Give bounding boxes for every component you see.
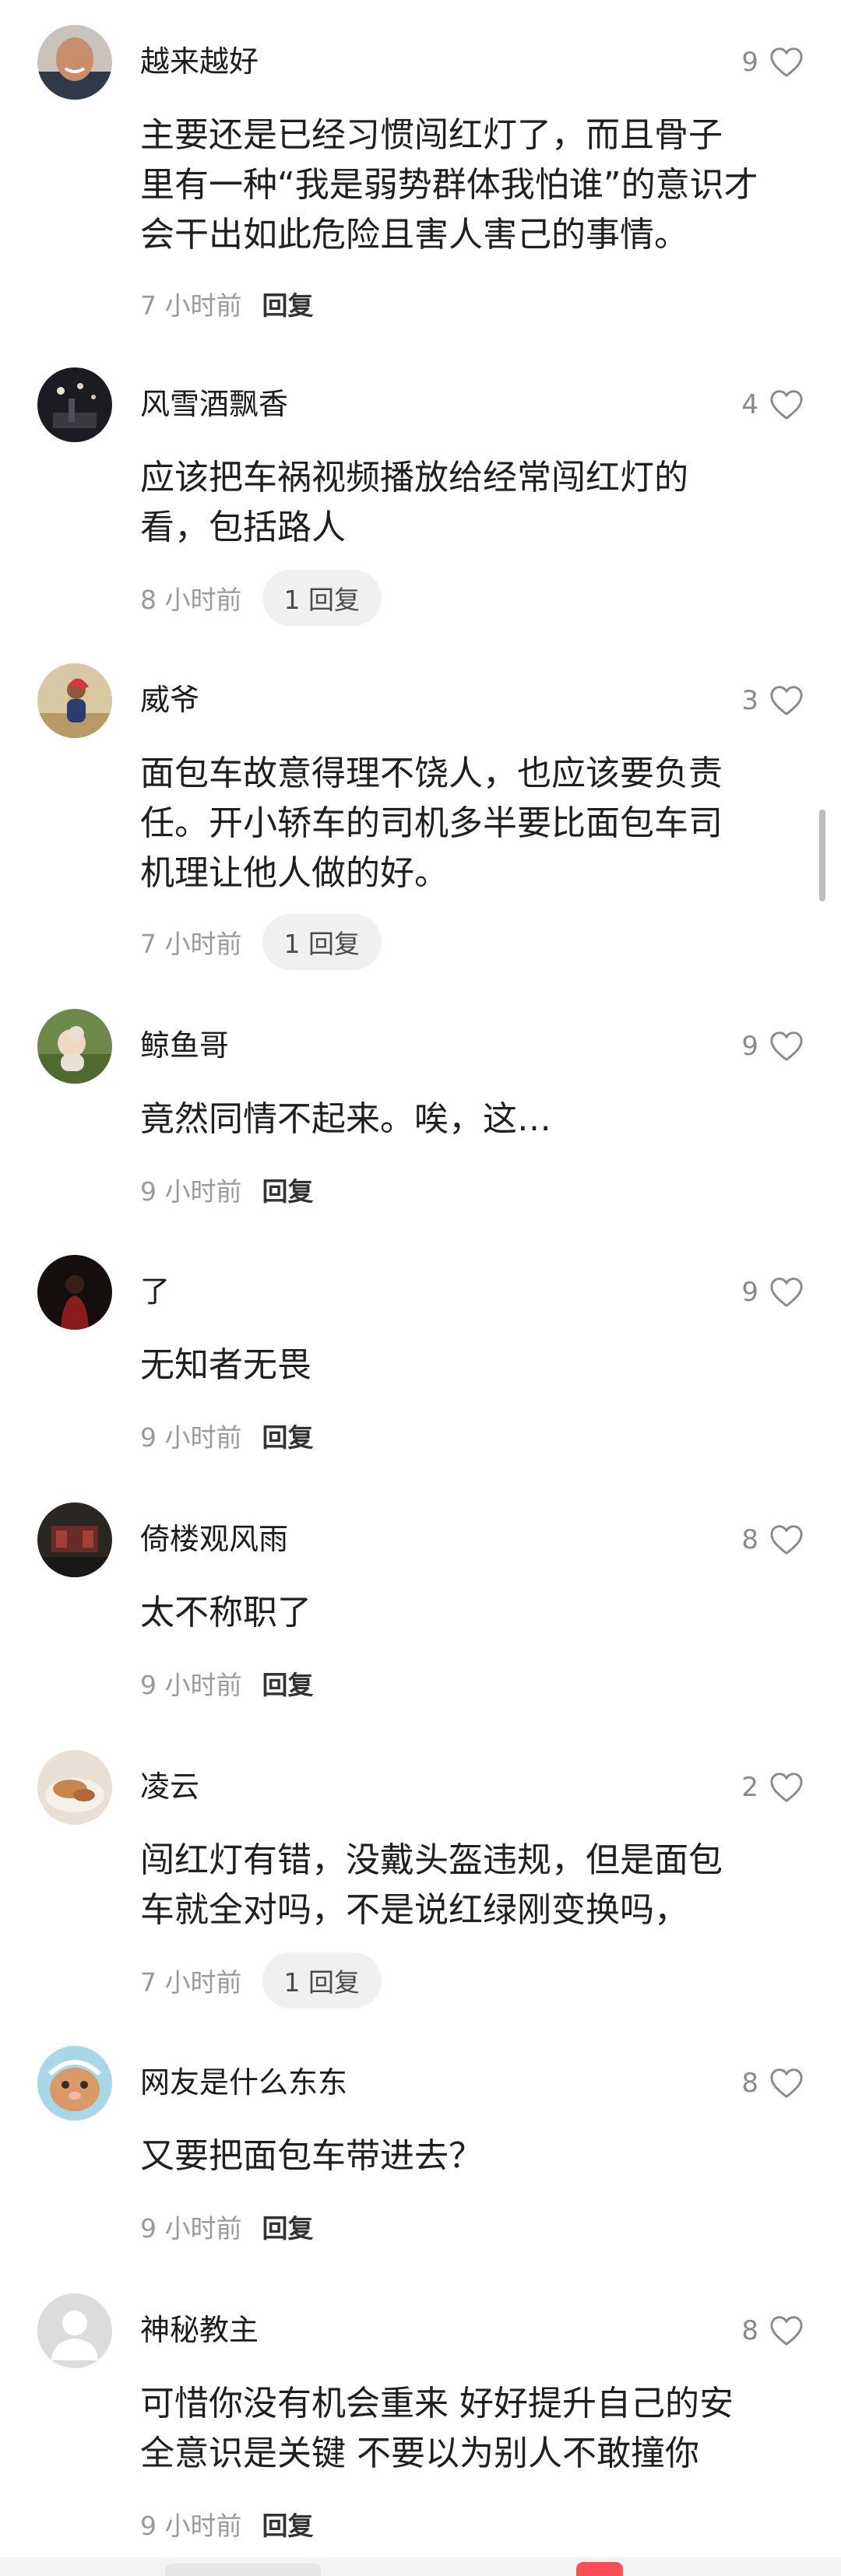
heart-icon	[770, 2316, 803, 2346]
reply-button[interactable]: 回复	[262, 1417, 314, 1454]
like-count: 8	[741, 1524, 758, 1555]
like-button[interactable]: 9	[741, 1024, 804, 1068]
username[interactable]: 凌云	[140, 1767, 199, 1806]
action-button-edge[interactable]	[576, 2562, 623, 2576]
avatar-food-plate-icon	[37, 1750, 112, 1825]
user-avatar[interactable]	[37, 2046, 112, 2121]
like-count: 2	[741, 1772, 758, 1803]
heart-icon	[770, 686, 803, 715]
like-count: 8	[741, 2068, 758, 2099]
like-button[interactable]: 2	[741, 1766, 804, 1809]
comment-text: 可惜你没有机会重来 好好提升自己的安 全意识是关键 不要以为别人不敢撞你	[140, 2384, 734, 2473]
avatar-cartoon-creature-icon	[37, 2046, 112, 2121]
reply-count-button[interactable]: 1 回复	[262, 570, 382, 626]
username[interactable]: 威爷	[140, 680, 199, 719]
timestamp: 9 小时前	[140, 1670, 242, 1700]
timestamp: 8 小时前	[140, 585, 242, 615]
like-count: 3	[741, 685, 758, 716]
avatar-baby-grass-icon	[37, 1009, 112, 1084]
reply-count-button[interactable]: 1 回复	[262, 914, 382, 970]
like-button[interactable]: 8	[741, 1518, 804, 1562]
user-avatar[interactable]	[37, 1255, 112, 1330]
comment-text: 闯红灯有错，没戴头盔违规，但是面包 车就全对吗，不是说红绿刚变换吗，	[140, 1840, 723, 1930]
heart-icon	[770, 2068, 803, 2098]
avatar-dark-room-icon	[37, 1502, 112, 1577]
user-avatar[interactable]	[37, 25, 112, 100]
username[interactable]: 风雪酒飘香	[140, 385, 288, 423]
comment-text: 太不称职了	[140, 1593, 311, 1632]
heart-icon	[770, 1773, 803, 1802]
comment-meta: 7 小时前 1 回复	[140, 1952, 382, 2008]
user-avatar[interactable]	[37, 1009, 112, 1084]
avatar-default-gray-icon	[37, 2293, 112, 2368]
user-avatar[interactable]	[37, 1750, 112, 1825]
avatar-dark-figure-icon	[37, 1255, 112, 1330]
timestamp: 9 小时前	[140, 1422, 242, 1453]
avatar-night-lights-icon	[37, 367, 112, 442]
like-count: 4	[741, 389, 758, 420]
heart-icon	[770, 1525, 803, 1555]
comment-meta: 9 小时前 回复	[140, 1407, 314, 1464]
like-button[interactable]: 4	[741, 383, 804, 427]
reply-button[interactable]: 回复	[262, 2505, 314, 2543]
username[interactable]: 越来越好	[140, 42, 259, 81]
comment-meta: 9 小时前 回复	[140, 2198, 314, 2254]
comment-text: 面包车故意得理不饶人，也应该要负责 任。开小轿车的司机多半要比面包车司 机理让他…	[140, 754, 723, 893]
comment-meta: 9 小时前 回复	[140, 1161, 314, 1218]
like-button[interactable]: 9	[741, 1270, 804, 1314]
avatar-man-smiling-icon	[37, 25, 112, 100]
timestamp: 9 小时前	[140, 2511, 242, 2541]
comment-meta: 7 小时前 回复	[140, 276, 314, 332]
input-bar-edge[interactable]	[165, 2564, 321, 2576]
comment-meta: 9 小时前 回复	[140, 1655, 314, 1711]
scrollbar[interactable]	[819, 810, 825, 901]
timestamp: 7 小时前	[140, 290, 242, 321]
comment-meta: 7 小时前 1 回复	[140, 914, 382, 970]
bottom-toolbar-edge	[0, 2557, 841, 2576]
like-button[interactable]: 8	[741, 2309, 804, 2353]
user-avatar[interactable]	[37, 1502, 112, 1577]
reply-button[interactable]: 回复	[262, 285, 314, 322]
username[interactable]: 网友是什么东东	[140, 2063, 347, 2102]
timestamp: 9 小时前	[140, 2213, 242, 2244]
heart-icon	[770, 1031, 803, 1061]
comment-text: 应该把车祸视频播放给经常闯红灯的 看，包括路人	[140, 458, 688, 547]
comment-meta: 9 小时前 回复	[140, 2496, 314, 2552]
timestamp: 7 小时前	[140, 929, 242, 959]
heart-icon	[770, 390, 803, 420]
comment-text: 主要还是已经习惯闯红灯了，而且骨子 里有一种“我是弱势群体我怕谁”的意识才 会干…	[140, 115, 758, 255]
heart-icon	[770, 47, 803, 77]
heart-icon	[770, 1277, 803, 1307]
timestamp: 9 小时前	[140, 1176, 242, 1207]
username[interactable]: 了	[140, 1272, 170, 1311]
reply-button[interactable]: 回复	[262, 1171, 314, 1208]
user-avatar[interactable]	[37, 663, 112, 738]
comment-text: 又要把面包车带进去？	[140, 2136, 483, 2176]
username[interactable]: 鲸鱼哥	[140, 1026, 229, 1065]
comment-text: 无知者无畏	[140, 1345, 311, 1385]
like-count: 9	[741, 1031, 758, 1062]
like-count: 9	[741, 1277, 758, 1308]
username[interactable]: 倚楼观风雨	[140, 1520, 288, 1559]
like-button[interactable]: 3	[741, 679, 804, 722]
avatar-person-red-scarf-icon	[37, 663, 112, 738]
like-button[interactable]: 8	[741, 2061, 804, 2105]
username[interactable]: 神秘教主	[140, 2311, 259, 2349]
comment-meta: 8 小时前 1 回复	[140, 570, 382, 626]
user-avatar[interactable]	[37, 367, 112, 442]
reply-button[interactable]: 回复	[262, 2208, 314, 2245]
comment-text: 竟然同情不起来。唉，这…	[140, 1099, 551, 1139]
timestamp: 7 小时前	[140, 1967, 242, 1998]
like-count: 9	[741, 47, 758, 78]
like-count: 8	[741, 2315, 758, 2346]
like-button[interactable]: 9	[741, 40, 804, 84]
user-avatar[interactable]	[37, 2293, 112, 2368]
reply-count-button[interactable]: 1 回复	[262, 1952, 382, 2008]
reply-button[interactable]: 回复	[262, 1664, 314, 1702]
